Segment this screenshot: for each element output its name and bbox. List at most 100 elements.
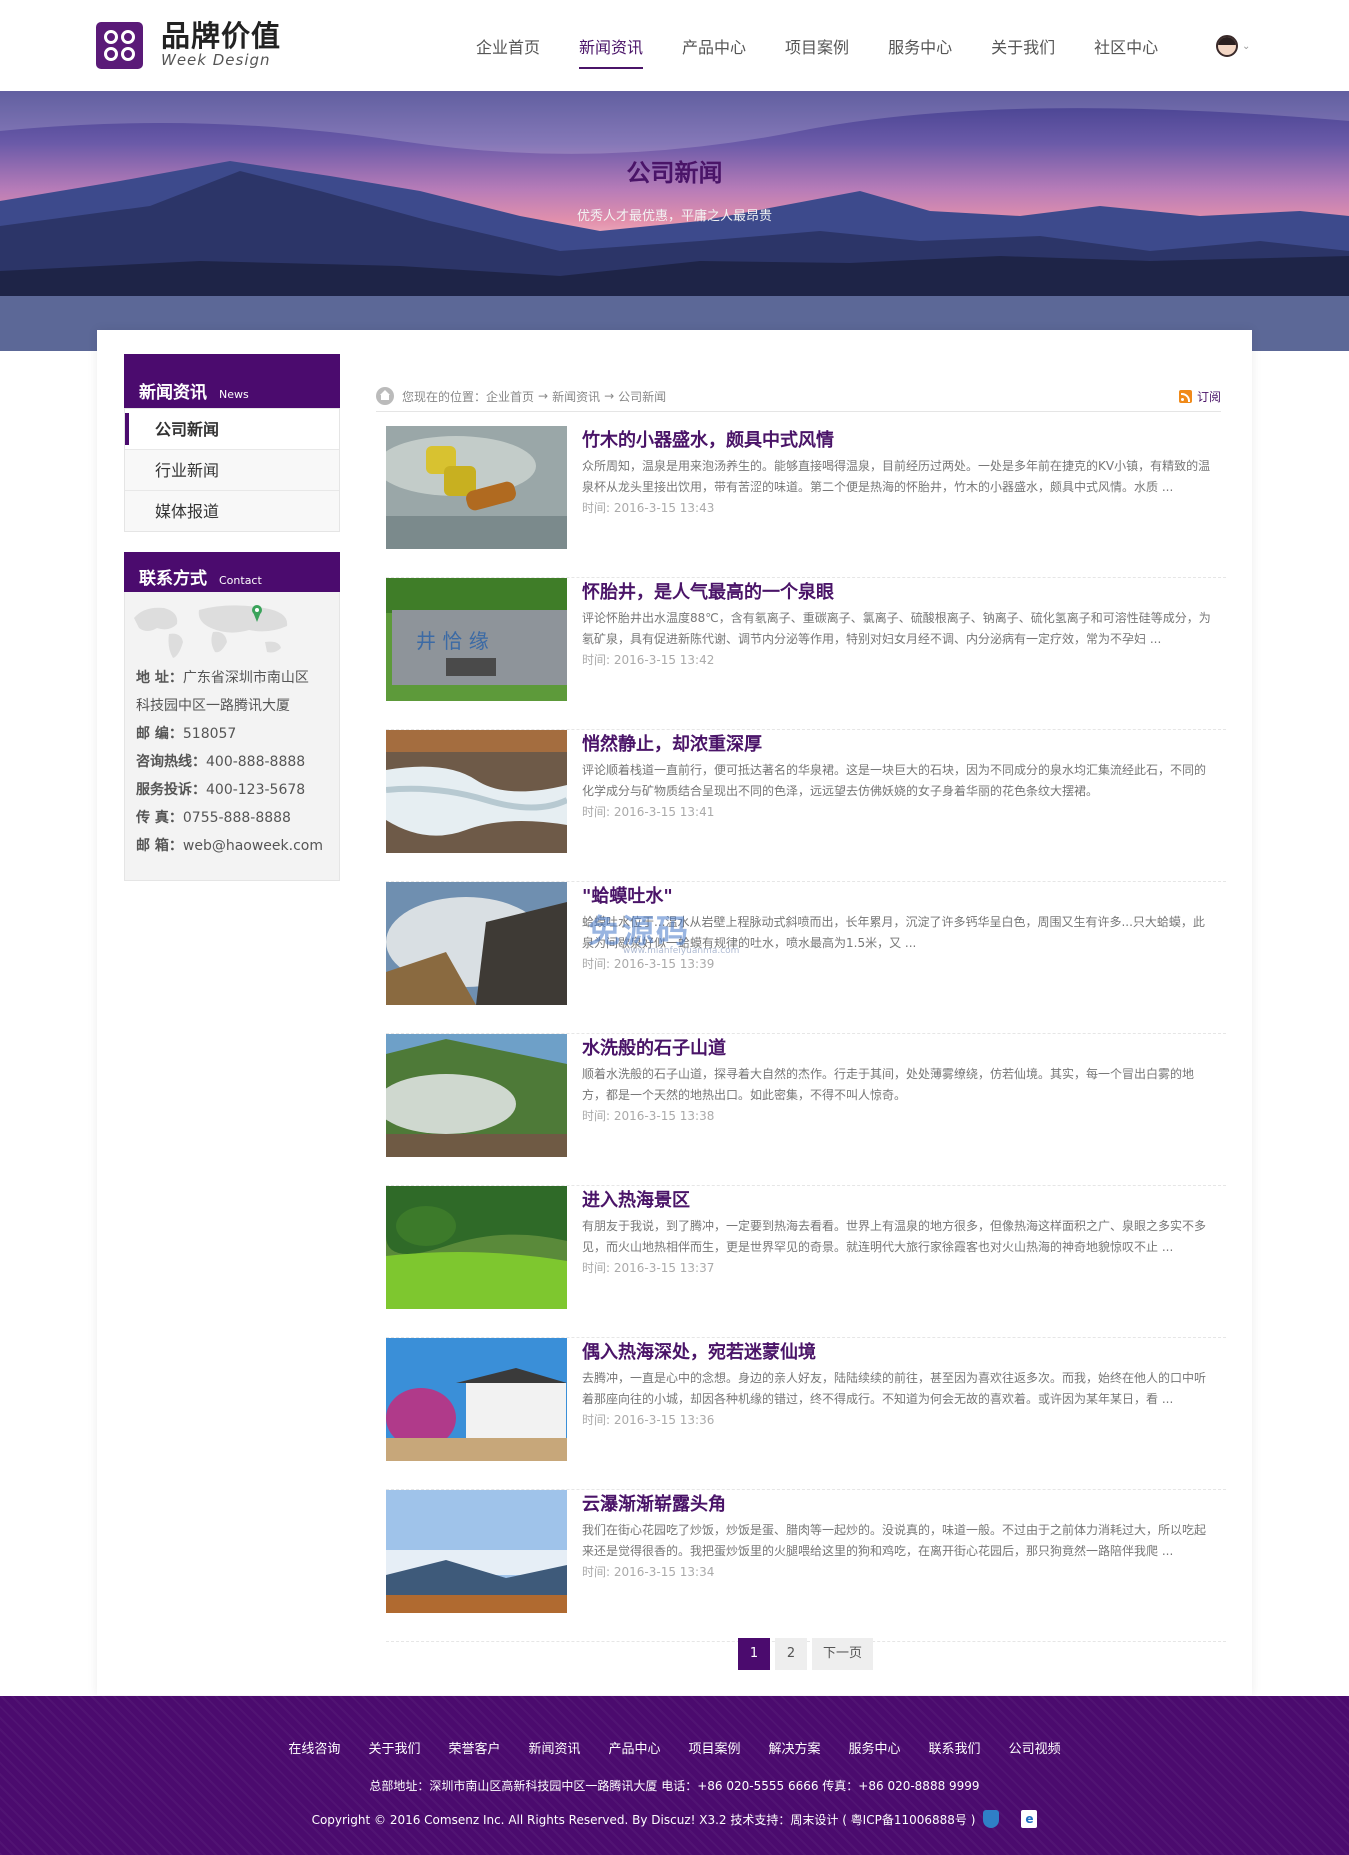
footer-link-service[interactable]: 服务中心	[849, 1738, 901, 1757]
news-title-link[interactable]: 偶入热海深处，宛若迷蒙仙境	[582, 1338, 816, 1364]
news-thumbnail[interactable]	[386, 1338, 567, 1461]
news-title-link[interactable]: 竹木的小器盛水，颇具中式风情	[582, 426, 834, 452]
news-excerpt: 我们在街心花园吃了炒饭，炒饭是蛋、腊肉等一起炒的。没说真的，味道一般。不过由于之…	[582, 1523, 1207, 1558]
home-icon	[376, 387, 394, 405]
footer-links: 在线咨询 关于我们 荣誉客户 新闻资讯 产品中心 项目案例 解决方案 服务中心 …	[0, 1738, 1349, 1757]
svg-text:井 恰 缘: 井 恰 缘	[416, 629, 489, 653]
news-list-item: 悄然静止，却浓重深厚 评论顺着栈道一直前行，便可抵达著名的华泉裙。这是一块巨大的石…	[386, 730, 1226, 882]
news-thumbnail[interactable]	[386, 882, 567, 1005]
logo-icon	[96, 21, 143, 69]
news-excerpt: 评论怀胎井出水温度88℃，含有氡离子、重碳离子、氯离子、硫酸根离子、钠离子、硫化…	[582, 611, 1211, 646]
footer-link-about[interactable]: 关于我们	[368, 1738, 420, 1757]
contact-fax: 传 真：0755-888-8888	[136, 810, 291, 826]
main-nav: 企业首页 新闻资讯 产品中心 项目案例 服务中心 关于我们 社区中心	[476, 34, 1197, 69]
nav-news[interactable]: 新闻资讯	[579, 34, 644, 69]
logo[interactable]: 品牌价值 Week Design	[96, 21, 281, 69]
nav-home[interactable]: 企业首页	[476, 34, 540, 69]
news-thumbnail[interactable]	[386, 730, 567, 853]
news-list-item: "蛤蟆吐水" 蛤蟆吐水位于...温水从岩壁上程脉动式斜喷而出，长年累月，沉淀了许多…	[386, 882, 1226, 1034]
news-time: 时间: 2016-3-15 13:38	[582, 1109, 715, 1123]
news-time: 时间: 2016-3-15 13:39	[582, 957, 715, 971]
news-title-link[interactable]: 进入热海景区	[582, 1186, 690, 1212]
logo-title: 品牌价值	[161, 19, 282, 53]
sidebar-item-company-news[interactable]: 公司新闻	[125, 408, 339, 449]
news-excerpt: 有朋友于我说，到了腾冲，一定要到热海去看看。世界上有温泉的地方很多，但像热海这样…	[582, 1219, 1207, 1254]
page-1-button[interactable]: 1	[738, 1638, 770, 1670]
news-thumbnail[interactable]	[386, 426, 567, 549]
page-2-button[interactable]: 2	[775, 1638, 807, 1670]
news-title-link[interactable]: 怀胎井，是人气最高的一个泉眼	[582, 578, 834, 604]
news-time: 时间: 2016-3-15 13:42	[582, 653, 715, 667]
news-excerpt: 众所周知，温泉是用来泡汤养生的。能够直接喝得温泉，目前经历过两处。一处是多年前在…	[582, 459, 1211, 494]
news-list-item: 竹木的小器盛水，颇具中式风情众所周知，温泉是用来泡汤养生的。能够直接喝得温泉，目…	[386, 426, 1226, 578]
site-header: 品牌价值 Week Design 企业首页 新闻资讯 产品中心 项目案例 服务中…	[0, 0, 1349, 91]
breadcrumb-current[interactable]: 公司新闻	[618, 388, 666, 405]
sidebar-contact-header: 联系方式 Contact	[124, 552, 340, 592]
news-list-item: 井 恰 缘 怀胎井，是人气最高的一个泉眼评论怀胎井出水温度88℃，含有氡离子、重碳…	[386, 578, 1226, 730]
chevron-down-icon: ⌄	[1242, 40, 1251, 52]
news-time: 时间: 2016-3-15 13:37	[582, 1261, 715, 1275]
ie-badge-icon[interactable]: e	[1021, 1810, 1038, 1828]
logo-subtitle: Week Design	[161, 51, 271, 69]
contact-hotline: 咨询热线：400-888-8888	[136, 754, 306, 770]
nav-about[interactable]: 关于我们	[991, 34, 1055, 69]
contact-postcode: 邮 编：518057	[136, 726, 237, 742]
page-subtitle: 优秀人才最优惠，平庸之人最昂贵	[576, 209, 772, 224]
contact-complaint: 服务投诉：400-123-5678	[136, 782, 306, 798]
footer-link-contact[interactable]: 联系我们	[929, 1738, 981, 1757]
rss-subscribe-link[interactable]: 订阅	[1178, 388, 1221, 405]
page-banner: 公司新闻 优秀人才最优惠，平庸之人最昂贵	[0, 91, 1349, 351]
site-footer: 在线咨询 关于我们 荣誉客户 新闻资讯 产品中心 项目案例 解决方案 服务中心 …	[0, 1696, 1349, 1855]
news-thumbnail[interactable]	[386, 1490, 567, 1613]
news-time: 时间: 2016-3-15 13:36	[582, 1413, 715, 1427]
contact-email: 邮 箱：web@haoweek.com	[136, 838, 323, 854]
contact-address-line2: 科技园中区一路腾讯大厦	[136, 698, 290, 714]
news-thumbnail[interactable]	[386, 1034, 567, 1157]
page-title: 公司新闻	[626, 159, 723, 187]
footer-copyright: Copyright © 2016 Comsenz Inc. All Rights…	[0, 1810, 1349, 1828]
news-excerpt: 去腾冲，一直是心中的念想。身边的亲人好友，陆陆续续的前往，甚至因为喜欢往返多次。…	[582, 1371, 1207, 1406]
sidebar-item-media-reports[interactable]: 媒体报道	[125, 490, 339, 531]
footer-link-consult[interactable]: 在线咨询	[288, 1738, 340, 1757]
footer-link-cases[interactable]: 项目案例	[689, 1738, 741, 1757]
breadcrumb-home[interactable]: 企业首页	[486, 388, 534, 405]
news-excerpt: 顺着水洗般的石子山道，探寻着大自然的杰作。行走于其间，处处薄雾缭绕，仿若仙境。其…	[582, 1067, 1195, 1102]
footer-link-products[interactable]: 产品中心	[608, 1738, 660, 1757]
avatar[interactable]	[1216, 35, 1238, 57]
news-title-link[interactable]: 悄然静止，却浓重深厚	[582, 730, 762, 756]
news-time: 时间: 2016-3-15 13:41	[582, 805, 715, 819]
nav-cases[interactable]: 项目案例	[785, 34, 849, 69]
news-time: 时间: 2016-3-15 13:43	[582, 501, 715, 515]
news-title-link[interactable]: "蛤蟆吐水"	[582, 882, 673, 908]
news-list-item: 云瀑渐渐崭露头角我们在街心花园吃了炒饭，炒饭是蛋、腊肉等一起炒的。没说真的，味道…	[386, 1490, 1226, 1642]
contact-address: 地 址：广东省深圳市南山区	[136, 670, 309, 686]
news-list-item: 进入热海景区有朋友于我说，到了腾冲，一定要到热海去看看。世界上有温泉的地方很多，…	[386, 1186, 1226, 1338]
breadcrumb-news[interactable]: 新闻资讯	[552, 388, 600, 405]
news-list-item: 水洗般的石子山道顺着水洗般的石子山道，探寻着大自然的杰作。行走于其间，处处薄雾缭…	[386, 1034, 1226, 1186]
nav-products[interactable]: 产品中心	[682, 34, 746, 69]
breadcrumb: 您现在的位置： 企业首页 → 新闻资讯 → 公司新闻 订阅	[376, 384, 1221, 408]
footer-address: 总部地址：深圳市南山区高新科技园中区一路腾讯大厦 电话：+86 020-5555…	[369, 1779, 980, 1793]
rss-icon	[1178, 389, 1192, 403]
footer-link-video[interactable]: 公司视频	[1009, 1738, 1061, 1757]
pagination: 1 2 下一页	[738, 1638, 878, 1670]
footer-link-solutions[interactable]: 解决方案	[769, 1738, 821, 1757]
nav-service[interactable]: 服务中心	[888, 34, 952, 69]
news-title-link[interactable]: 云瀑渐渐崭露头角	[582, 1490, 726, 1516]
watermark-url: www.mianfeiyuanma.com	[623, 946, 740, 956]
footer-link-clients[interactable]: 荣誉客户	[448, 1738, 500, 1757]
user-menu[interactable]: ⌄	[1216, 35, 1250, 57]
footer-link-news[interactable]: 新闻资讯	[528, 1738, 580, 1757]
sidebar-item-industry-news[interactable]: 行业新闻	[125, 449, 339, 490]
next-page-button[interactable]: 下一页	[812, 1638, 874, 1670]
news-list-item: 偶入热海深处，宛若迷蒙仙境去腾冲，一直是心中的念想。身边的亲人好友，陆陆续续的前…	[386, 1338, 1226, 1490]
nav-community[interactable]: 社区中心	[1094, 34, 1158, 69]
sidebar-contact: 联系方式 Contact 地 址：广东省深圳市南山区 科技园中区一路腾讯大厦 邮 …	[124, 552, 340, 881]
news-thumbnail[interactable]: 井 恰 缘	[386, 578, 567, 701]
news-thumbnail[interactable]	[386, 1186, 567, 1309]
news-title-link[interactable]: 水洗般的石子山道	[582, 1034, 726, 1060]
security-badge-icon[interactable]	[983, 1810, 1000, 1828]
sidebar-news-header: 新闻资讯 News	[124, 354, 340, 408]
contact-box: 地 址：广东省深圳市南山区 科技园中区一路腾讯大厦 邮 编：518057 咨询热…	[124, 592, 340, 881]
news-time: 时间: 2016-3-15 13:34	[582, 1565, 715, 1579]
